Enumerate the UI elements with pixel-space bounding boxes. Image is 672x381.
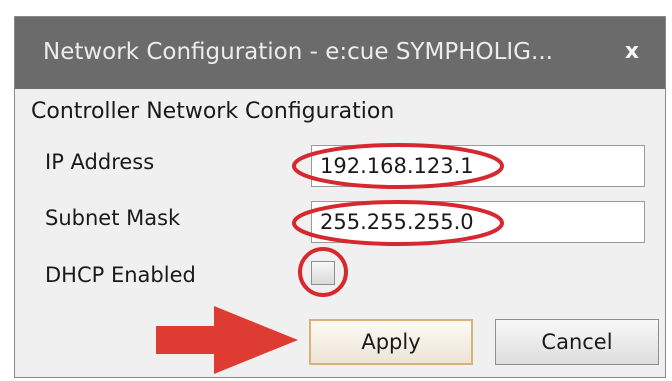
cancel-button-label: Cancel <box>541 330 613 354</box>
ip-address-label: IP Address <box>45 150 155 174</box>
close-button[interactable]: x <box>615 35 649 67</box>
subnet-mask-label: Subnet Mask <box>45 206 181 230</box>
ip-address-input[interactable]: 192.168.123.1 <box>311 145 645 187</box>
close-icon: x <box>624 38 640 64</box>
title-bar[interactable]: Network Configuration - e:cue SYMPHOLIG.… <box>15 17 665 89</box>
section-title: Controller Network Configuration <box>31 99 395 124</box>
cancel-button[interactable]: Cancel <box>495 319 659 365</box>
window-title: Network Configuration - e:cue SYMPHOLIG.… <box>43 39 553 65</box>
dhcp-enabled-label: DHCP Enabled <box>45 263 196 287</box>
dhcp-enabled-checkbox[interactable] <box>311 261 335 285</box>
apply-button[interactable]: Apply <box>309 319 473 365</box>
apply-button-label: Apply <box>361 330 421 354</box>
network-configuration-dialog: Network Configuration - e:cue SYMPHOLIG.… <box>14 16 666 378</box>
subnet-mask-input[interactable]: 255.255.255.0 <box>311 201 645 243</box>
